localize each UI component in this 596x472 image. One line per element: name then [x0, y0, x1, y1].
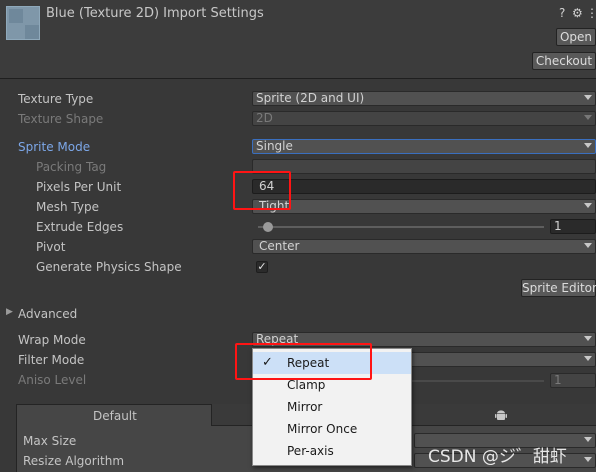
- texture-shape-label: Texture Shape: [18, 112, 104, 126]
- wrap-mode-label: Wrap Mode: [18, 333, 86, 347]
- chevron-down-icon: [584, 243, 592, 248]
- popup-item-mirror-once[interactable]: Mirror Once: [253, 418, 411, 440]
- chevron-down-icon: [584, 457, 592, 462]
- popup-item-label: Mirror Once: [287, 422, 358, 436]
- texture-shape-value: 2D: [256, 111, 273, 125]
- aniso-level-slider: [410, 380, 544, 382]
- texture-type-label: Texture Type: [18, 92, 94, 106]
- open-button[interactable]: Open: [556, 28, 596, 46]
- tab-default[interactable]: Default: [16, 404, 212, 426]
- aniso-level-input: 1: [550, 373, 596, 388]
- annotation-box-repeat: [235, 343, 372, 380]
- packing-tag-label: Packing Tag: [36, 160, 107, 174]
- extrude-edges-label: Extrude Edges: [36, 220, 124, 234]
- sprite-mode-value: Single: [256, 139, 293, 153]
- generate-physics-shape-label: Generate Physics Shape: [36, 260, 182, 274]
- help-icon[interactable]: ?: [559, 6, 565, 20]
- mesh-type-label: Mesh Type: [36, 200, 99, 214]
- sprite-mode-dropdown[interactable]: Single: [252, 139, 596, 154]
- chevron-down-icon: [584, 143, 592, 148]
- packing-tag-field: [252, 159, 596, 174]
- pivot-label: Pivot: [36, 240, 66, 254]
- chevron-down-icon: [584, 95, 592, 100]
- texture-shape-dropdown: 2D: [252, 111, 596, 126]
- pivot-dropdown[interactable]: Center: [252, 239, 596, 254]
- header-divider: [0, 78, 596, 79]
- chevron-down-icon: [584, 203, 592, 208]
- sprite-mode-label: Sprite Mode: [18, 140, 91, 154]
- texture-type-dropdown[interactable]: Sprite (2D and UI): [252, 91, 596, 106]
- resize-algorithm-label: Resize Algorithm: [23, 454, 125, 468]
- texture-thumbnail: [6, 6, 40, 40]
- chevron-down-icon: [584, 115, 592, 120]
- android-icon[interactable]: [494, 408, 508, 422]
- checkout-button[interactable]: Checkout: [532, 52, 596, 70]
- checkmark-icon: ✓: [257, 260, 267, 273]
- generate-physics-shape-checkbox[interactable]: ✓: [256, 261, 268, 273]
- pixels-per-unit-input[interactable]: 64: [252, 179, 596, 194]
- popup-item-label: Per-axis: [287, 444, 334, 458]
- extrude-edges-input[interactable]: 1: [550, 219, 596, 234]
- texture-type-value: Sprite (2D and UI): [256, 91, 365, 105]
- advanced-foldout-label[interactable]: Advanced: [18, 307, 77, 321]
- chevron-down-icon: [584, 437, 592, 442]
- pixels-per-unit-label: Pixels Per Unit: [36, 180, 122, 194]
- popup-item-label: Mirror: [287, 400, 323, 414]
- inspector-title: Blue (Texture 2D) Import Settings: [46, 6, 264, 21]
- extrude-edges-slider-handle[interactable]: [263, 222, 273, 232]
- max-size-label: Max Size: [23, 434, 77, 448]
- aniso-level-label: Aniso Level: [18, 373, 87, 387]
- chevron-down-icon: [584, 336, 592, 341]
- chevron-down-icon: [584, 356, 592, 361]
- tab-default-label: Default: [93, 409, 137, 423]
- popup-item-per-axis[interactable]: Per-axis: [253, 440, 411, 462]
- popup-item-label: Clamp: [287, 378, 326, 392]
- expand-arrow-icon[interactable]: ▶: [6, 307, 13, 317]
- menu-icon[interactable]: ⋮: [586, 6, 596, 20]
- watermark-text: CSDN @ジ゛甜虾: [428, 447, 567, 467]
- pivot-value: Center: [259, 239, 300, 253]
- filter-mode-label: Filter Mode: [18, 353, 85, 367]
- settings-icon[interactable]: ⚙: [572, 6, 583, 20]
- mesh-type-dropdown[interactable]: Tight: [252, 199, 596, 214]
- annotation-box-pixels-per-unit: [233, 171, 291, 210]
- extrude-edges-slider[interactable]: [258, 226, 544, 228]
- sprite-editor-button[interactable]: Sprite Editor: [521, 279, 596, 297]
- popup-item-mirror[interactable]: Mirror: [253, 396, 411, 418]
